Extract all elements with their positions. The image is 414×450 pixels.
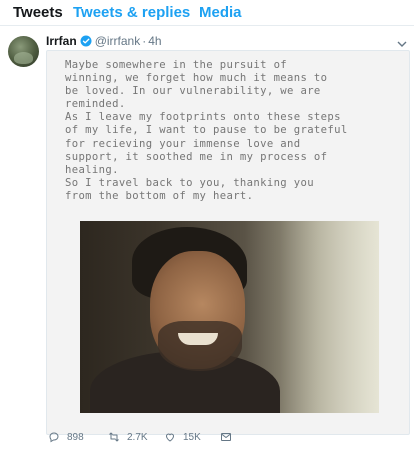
chevron-down-icon[interactable] — [396, 36, 408, 47]
avatar[interactable] — [8, 36, 39, 67]
tab-tweets-replies[interactable]: Tweets & replies — [67, 4, 196, 21]
like-icon — [165, 433, 175, 442]
profile-tabs: Tweets Tweets & replies Media — [0, 0, 414, 26]
reply-icon — [49, 432, 59, 443]
photo-smile-shape — [178, 333, 218, 345]
portrait-photo — [80, 221, 379, 413]
retweet-button[interactable]: 2.7K — [108, 431, 148, 443]
message-button[interactable] — [220, 431, 239, 443]
tab-media[interactable]: Media — [193, 4, 248, 21]
photo-light-glow — [280, 221, 379, 413]
reply-button[interactable]: 898 — [48, 431, 84, 443]
photo-beard-shape — [158, 321, 242, 371]
verified-badge-icon — [80, 35, 92, 47]
separator-dot: · — [142, 34, 147, 48]
tweet-time[interactable]: 4h — [148, 34, 161, 48]
reply-count: 898 — [67, 431, 84, 443]
author-handle[interactable]: @irrfank — [95, 34, 141, 48]
like-button[interactable]: 15K — [164, 431, 201, 443]
author-name[interactable]: Irrfan — [46, 34, 77, 48]
tweet-media[interactable]: Maybe somewhere in the pursuit of winnin… — [46, 50, 410, 435]
message-icon — [221, 433, 231, 441]
retweet-icon — [109, 432, 119, 442]
tab-tweets[interactable]: Tweets — [7, 4, 69, 21]
note-text: Maybe somewhere in the pursuit of winnin… — [65, 59, 348, 202]
retweet-count: 2.7K — [127, 431, 148, 443]
like-count: 15K — [183, 431, 201, 443]
tweet-header: Irrfan @irrfank · 4h — [46, 32, 162, 50]
